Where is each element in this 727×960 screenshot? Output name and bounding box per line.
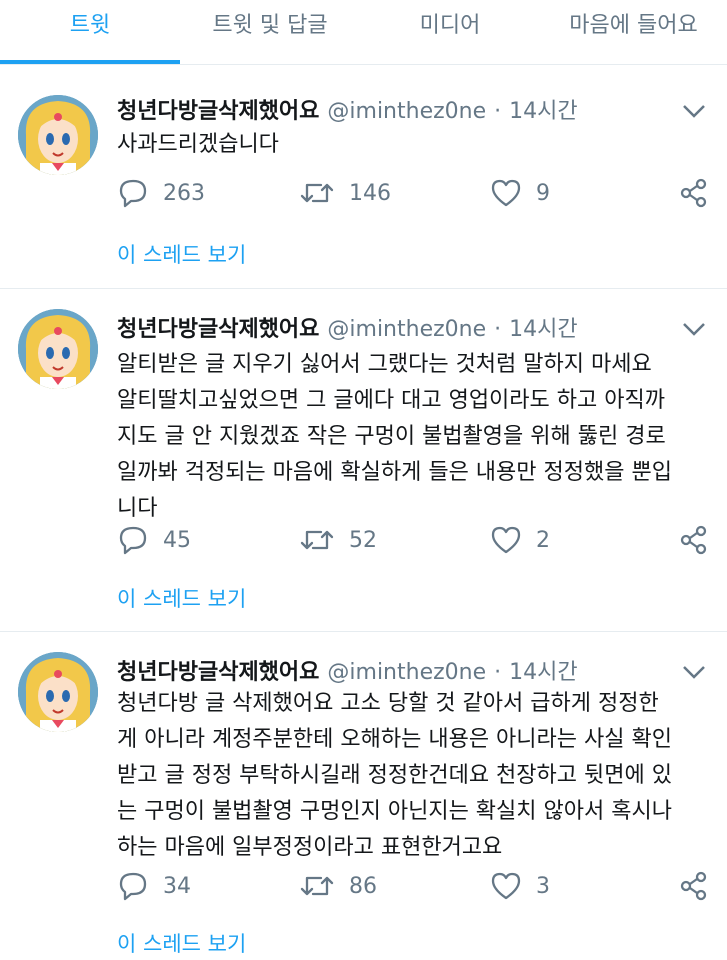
handle[interactable]: @iminthez0ne	[327, 317, 486, 342]
reply-button[interactable]: 45	[117, 522, 191, 558]
tweet-actions: 45 52 2	[117, 522, 717, 558]
reply-button[interactable]: 34	[117, 868, 191, 904]
like-button[interactable]: 9	[490, 175, 550, 211]
show-thread-link[interactable]: 이 스레드 보기	[117, 928, 246, 958]
tweet-actions: 34 86 3	[117, 868, 717, 904]
show-thread-link[interactable]: 이 스레드 보기	[117, 239, 246, 269]
separator: ·	[494, 660, 502, 685]
avatar[interactable]	[18, 652, 98, 732]
active-tab-indicator	[0, 60, 180, 64]
like-count: 3	[536, 873, 550, 899]
reply-icon	[119, 179, 147, 208]
chevron-down-icon[interactable]	[681, 319, 707, 339]
share-icon	[680, 871, 707, 901]
separator: ·	[494, 99, 502, 124]
share-icon	[680, 525, 707, 555]
show-thread-link[interactable]: 이 스레드 보기	[117, 583, 246, 613]
retweet-count: 52	[349, 527, 377, 553]
tweet-3[interactable]: 청년다방글삭제했어요 @iminthez0ne · 14시간 청년다방 글 삭제했어요…	[0, 632, 727, 960]
reply-icon	[119, 526, 147, 555]
tweet-header: 청년다방글삭제했어요 @iminthez0ne · 14시간	[117, 93, 578, 125]
reply-button[interactable]: 263	[117, 175, 205, 211]
retweet-count: 146	[349, 180, 391, 206]
timestamp[interactable]: 14시간	[509, 99, 577, 124]
retweet-button[interactable]: 86	[299, 868, 377, 904]
retweet-button[interactable]: 146	[299, 175, 391, 211]
heart-icon	[491, 179, 521, 207]
tab-likes[interactable]: 마음에 들어요	[540, 8, 727, 44]
reply-count: 45	[163, 527, 191, 553]
avatar[interactable]	[18, 95, 98, 175]
chevron-down-icon[interactable]	[681, 101, 707, 121]
display-name[interactable]: 청년다방글삭제했어요	[117, 317, 319, 342]
tab-tweets-and-replies[interactable]: 트윗 및 답글	[180, 8, 360, 44]
display-name[interactable]: 청년다방글삭제했어요	[117, 660, 319, 685]
tweet-header: 청년다방글삭제했어요 @iminthez0ne · 14시간	[117, 654, 578, 686]
tweet-header: 청년다방글삭제했어요 @iminthez0ne · 14시간	[117, 311, 578, 343]
tweet-text: 청년다방 글 삭제했어요 고소 당할 것 같아서 급하게 정정한 게 아니라 계…	[117, 691, 672, 860]
like-count: 2	[536, 527, 550, 553]
reply-count: 263	[163, 180, 205, 206]
share-icon	[680, 178, 707, 208]
profile-tabs: 트윗 트윗 및 답글 미디어 마음에 들어요	[0, 0, 727, 65]
tab-tweets[interactable]: 트윗	[0, 8, 180, 44]
tweet-text: 사과드리겠습니다	[117, 132, 279, 157]
display-name[interactable]: 청년다방글삭제했어요	[117, 99, 319, 124]
heart-icon	[491, 526, 521, 554]
tweet-text: 알티받은 글 지우기 싫어서 그랬다는 것처럼 말하지 마세요 알티딸치고싶었으…	[117, 352, 672, 521]
reply-count: 34	[163, 873, 191, 899]
handle[interactable]: @iminthez0ne	[327, 99, 486, 124]
heart-icon	[491, 872, 521, 900]
tab-media[interactable]: 미디어	[360, 8, 540, 44]
retweet-icon	[300, 183, 334, 203]
like-button[interactable]: 3	[490, 868, 550, 904]
tweet-2[interactable]: 청년다방글삭제했어요 @iminthez0ne · 14시간 알티받은 글 지우기 싫…	[0, 289, 727, 632]
tweet-1[interactable]: 청년다방글삭제했어요 @iminthez0ne · 14시간 사과드리겠습니다 263…	[0, 65, 727, 289]
avatar[interactable]	[18, 309, 98, 389]
share-button[interactable]	[679, 868, 723, 904]
reply-icon	[119, 872, 147, 901]
tweet-actions: 263 146 9	[117, 175, 717, 211]
share-button[interactable]	[679, 175, 723, 211]
retweet-icon	[300, 530, 334, 550]
handle[interactable]: @iminthez0ne	[327, 660, 486, 685]
retweet-icon	[300, 876, 334, 896]
separator: ·	[494, 317, 502, 342]
timestamp[interactable]: 14시간	[509, 660, 577, 685]
timestamp[interactable]: 14시간	[509, 317, 577, 342]
retweet-count: 86	[349, 873, 377, 899]
like-button[interactable]: 2	[490, 522, 550, 558]
chevron-down-icon[interactable]	[681, 662, 707, 682]
like-count: 9	[536, 180, 550, 206]
share-button[interactable]	[679, 522, 723, 558]
retweet-button[interactable]: 52	[299, 522, 377, 558]
